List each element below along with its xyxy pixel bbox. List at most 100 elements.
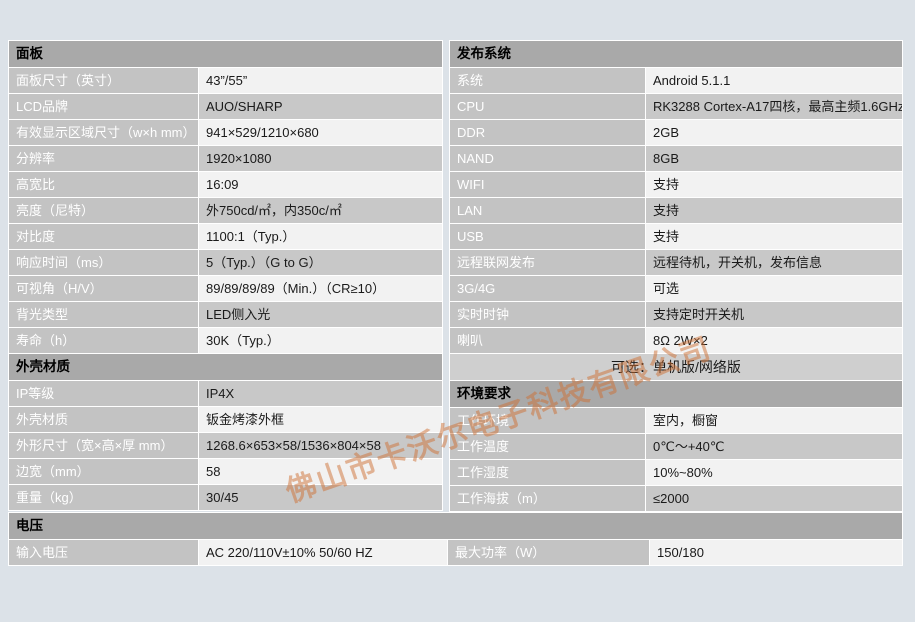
row-label: NAND xyxy=(449,145,646,172)
table-row: 边宽（mm） 58 xyxy=(8,458,443,485)
table-row: 输入电压 AC 220/110V±10% 50/60 HZ 最大功率（W） 15… xyxy=(8,539,903,566)
section-header-row: 外壳材质 xyxy=(8,353,443,381)
table-row: 高宽比 16:09 xyxy=(8,171,443,198)
row-value: 16:09 xyxy=(198,171,443,198)
table-row: 工作温度 0℃～+40℃ xyxy=(449,433,903,460)
row-value: 支持 xyxy=(645,197,903,224)
row-label: 实时时钟 xyxy=(449,301,646,328)
row-label: 工作环境 xyxy=(449,407,646,434)
spec-columns: 面板 面板尺寸（英寸） 43”/55” LCD品牌 AUO/SHARP 有效显示区域尺寸（… xyxy=(8,40,903,512)
table-row: 寿命（h） 30K（Typ.） xyxy=(8,327,443,354)
row-value: 10%~80% xyxy=(645,459,903,486)
table-row: 3G/4G 可选 xyxy=(449,275,903,302)
row-value: 30/45 xyxy=(198,484,443,511)
voltage-table: 电压 输入电压 AC 220/110V±10% 50/60 HZ 最大功率（W）… xyxy=(8,512,903,566)
row-value: 1268.6×653×58/1536×804×58 xyxy=(198,432,443,459)
row-value: 8GB xyxy=(645,145,903,172)
row-label: CPU xyxy=(449,93,646,120)
right-column: 发布系统 系统 Android 5.1.1 CPU RK3288 Cortex-A17四… xyxy=(449,40,903,512)
row-value: 30K（Typ.） xyxy=(198,327,443,354)
row-label: 亮度（尼特） xyxy=(8,197,199,224)
section-title: 环境要求 xyxy=(449,380,903,408)
row-value: RK3288 Cortex-A17四核，最高主频1.6GHz xyxy=(645,93,903,120)
left-column: 面板 面板尺寸（英寸） 43”/55” LCD品牌 AUO/SHARP 有效显示区域尺寸（… xyxy=(8,40,443,511)
row-label-max-power: 最大功率（W） xyxy=(447,539,650,566)
row-label: 对比度 xyxy=(8,223,199,250)
row-label: DDR xyxy=(449,119,646,146)
row-value: 5（Typ.）（G to G） xyxy=(198,249,443,276)
row-label: 工作海拔（m） xyxy=(449,485,646,512)
row-value: 室内，橱窗 xyxy=(645,407,903,434)
table-row: 喇叭 8Ω 2W×2 xyxy=(449,327,903,354)
row-value: ≤2000 xyxy=(645,485,903,512)
row-label: 喇叭 xyxy=(449,327,646,354)
row-label: 分辨率 xyxy=(8,145,199,172)
row-label: 背光类型 xyxy=(8,301,199,328)
row-value: 支持定时开关机 xyxy=(645,301,903,328)
merged-note-row: 可选：单机版/网络版 xyxy=(449,353,903,381)
row-label: IP等级 xyxy=(8,380,199,407)
table-row: 分辨率 1920×1080 xyxy=(8,145,443,172)
row-label: 远程联网发布 xyxy=(449,249,646,276)
row-label: LCD品牌 xyxy=(8,93,199,120)
row-label: 3G/4G xyxy=(449,275,646,302)
row-label: WIFI xyxy=(449,171,646,198)
section-title: 面板 xyxy=(8,40,443,68)
row-value: 43”/55” xyxy=(198,67,443,94)
row-label: 可视角（H/V） xyxy=(8,275,199,302)
row-value: 8Ω 2W×2 xyxy=(645,327,903,354)
section-header-row: 环境要求 xyxy=(449,380,903,408)
row-label: 系统 xyxy=(449,67,646,94)
row-label: 工作温度 xyxy=(449,433,646,460)
row-value-input-voltage: AC 220/110V±10% 50/60 HZ xyxy=(198,539,448,566)
row-value: LED侧入光 xyxy=(198,301,443,328)
table-row: 工作湿度 10%~80% xyxy=(449,459,903,486)
table-row: LCD品牌 AUO/SHARP xyxy=(8,93,443,120)
section-header-row: 发布系统 xyxy=(449,40,903,68)
row-value: IP4X xyxy=(198,380,443,407)
table-row: USB 支持 xyxy=(449,223,903,250)
table-row: 系统 Android 5.1.1 xyxy=(449,67,903,94)
section-header-row: 面板 xyxy=(8,40,443,68)
table-row: 可视角（H/V） 89/89/89/89（Min.）（CR≥10） xyxy=(8,275,443,302)
table-row: 面板尺寸（英寸） 43”/55” xyxy=(8,67,443,94)
row-label: 边宽（mm） xyxy=(8,458,199,485)
row-label: LAN xyxy=(449,197,646,224)
left-spec-table: 面板 面板尺寸（英寸） 43”/55” LCD品牌 AUO/SHARP 有效显示区域尺寸（… xyxy=(8,40,443,511)
row-label: 响应时间（ms） xyxy=(8,249,199,276)
row-value: 1920×1080 xyxy=(198,145,443,172)
table-row: WIFI 支持 xyxy=(449,171,903,198)
table-row: 工作环境 室内，橱窗 xyxy=(449,407,903,434)
table-row: 有效显示区域尺寸（w×h mm） 941×529/1210×680 xyxy=(8,119,443,146)
specification-sheet: 面板 面板尺寸（英寸） 43”/55” LCD品牌 AUO/SHARP 有效显示区域尺寸（… xyxy=(8,40,903,566)
table-row: 重量（kg） 30/45 xyxy=(8,484,443,511)
table-row: 对比度 1100:1（Typ.） xyxy=(8,223,443,250)
row-value: 941×529/1210×680 xyxy=(198,119,443,146)
table-row: NAND 8GB xyxy=(449,145,903,172)
section-title: 外壳材质 xyxy=(8,353,443,381)
row-value: 支持 xyxy=(645,171,903,198)
table-row: 工作海拔（m） ≤2000 xyxy=(449,485,903,512)
row-label: 有效显示区域尺寸（w×h mm） xyxy=(8,119,199,146)
row-value: 钣金烤漆外框 xyxy=(198,406,443,433)
row-value: 支持 xyxy=(645,223,903,250)
table-row: 背光类型 LED侧入光 xyxy=(8,301,443,328)
table-row: 实时时钟 支持定时开关机 xyxy=(449,301,903,328)
table-row: 外形尺寸（宽×高×厚 mm） 1268.6×653×58/1536×804×58 xyxy=(8,432,443,459)
merged-note-text: 可选：单机版/网络版 xyxy=(449,353,903,381)
row-label: 面板尺寸（英寸） xyxy=(8,67,199,94)
voltage-block: 电压 输入电压 AC 220/110V±10% 50/60 HZ 最大功率（W）… xyxy=(8,512,903,566)
row-value-max-power: 150/180 xyxy=(649,539,903,566)
row-label: 寿命（h） xyxy=(8,327,199,354)
row-value: 1100:1（Typ.） xyxy=(198,223,443,250)
row-label: 工作湿度 xyxy=(449,459,646,486)
section-title: 发布系统 xyxy=(449,40,903,68)
row-label: 外形尺寸（宽×高×厚 mm） xyxy=(8,432,199,459)
row-value: 58 xyxy=(198,458,443,485)
table-row: 外壳材质 钣金烤漆外框 xyxy=(8,406,443,433)
table-row: 远程联网发布 远程待机，开关机，发布信息 xyxy=(449,249,903,276)
table-row: IP等级 IP4X xyxy=(8,380,443,407)
row-value: 外750cd/㎡，内350c/㎡ xyxy=(198,197,443,224)
row-value: 0℃～+40℃ xyxy=(645,433,903,460)
table-row: LAN 支持 xyxy=(449,197,903,224)
